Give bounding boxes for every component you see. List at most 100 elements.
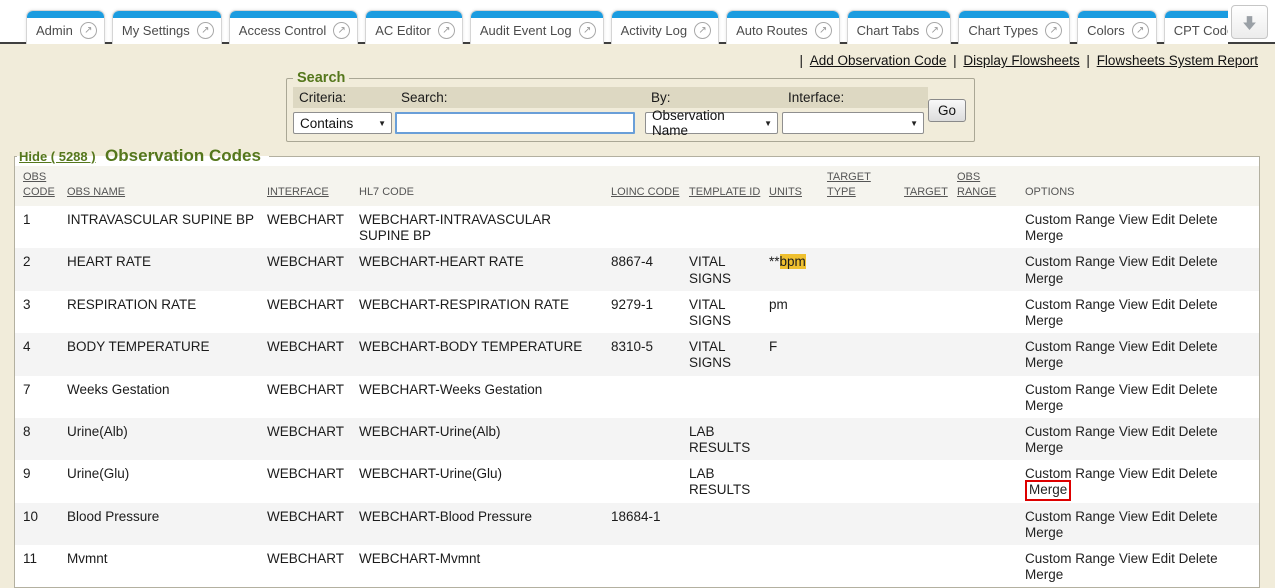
option-custom-range-link[interactable]: Custom Range [1025, 297, 1115, 312]
search-highlight: bpm [780, 254, 806, 269]
tab-cpt-codes[interactable]: CPT Codes↗ [1164, 10, 1228, 44]
option-view-link[interactable]: View [1119, 466, 1148, 481]
interface-select[interactable]: ▼ [782, 112, 924, 134]
option-edit-link[interactable]: Edit [1152, 254, 1175, 269]
option-delete-link[interactable]: Delete [1179, 509, 1218, 524]
option-delete-link[interactable]: Delete [1179, 297, 1218, 312]
tab-access-control[interactable]: Access Control↗ [229, 10, 358, 44]
option-merge-link[interactable]: Merge [1025, 271, 1063, 286]
tab-chart-tabs[interactable]: Chart Tabs ↗ [847, 10, 952, 44]
tab-admin[interactable]: Admin ↗ [26, 10, 105, 44]
option-edit-link[interactable]: Edit [1152, 509, 1175, 524]
header-link-add-observation-code[interactable]: Add Observation Code [810, 53, 947, 68]
option-edit-link[interactable]: Edit [1152, 551, 1175, 566]
option-view-link[interactable]: View [1119, 297, 1148, 312]
option-custom-range-link[interactable]: Custom Range [1025, 254, 1115, 269]
option-delete-link[interactable]: Delete [1179, 466, 1218, 481]
option-edit-link[interactable]: Edit [1152, 297, 1175, 312]
option-custom-range-link[interactable]: Custom Range [1025, 424, 1115, 439]
option-view-link[interactable]: View [1119, 212, 1148, 227]
option-merge-link[interactable]: Merge [1025, 228, 1063, 243]
external-link-icon[interactable]: ↗ [1132, 22, 1149, 39]
option-custom-range-link[interactable]: Custom Range [1025, 212, 1115, 227]
sort-link-obs-range[interactable]: OBS RANGE [957, 171, 996, 198]
search-input[interactable] [395, 112, 635, 134]
option-merge-link[interactable]: Merge [1025, 355, 1063, 370]
search-legend: Search [293, 70, 349, 86]
obs-row-1: 1INTRAVASCULAR SUPINE BPWEBCHARTWEBCHART… [15, 206, 1259, 248]
option-merge-link[interactable]: Merge [1025, 398, 1063, 413]
tab-label: Admin [36, 23, 73, 38]
criteria-select[interactable]: Contains ▼ [293, 112, 392, 134]
option-custom-range-link[interactable]: Custom Range [1025, 339, 1115, 354]
option-merge-link[interactable]: Merge [1025, 525, 1063, 540]
option-custom-range-link[interactable]: Custom Range [1025, 509, 1115, 524]
option-custom-range-link[interactable]: Custom Range [1025, 382, 1115, 397]
header-link-display-flowsheets[interactable]: Display Flowsheets [963, 53, 1079, 68]
tab-colors[interactable]: Colors↗ [1077, 10, 1157, 44]
tab-activity-log[interactable]: Activity Log↗ [611, 10, 719, 44]
tab-auto-routes[interactable]: Auto Routes↗ [726, 10, 840, 44]
option-edit-link[interactable]: Edit [1152, 466, 1175, 481]
cell-options: Custom Range View Edit Delete Merge [1025, 545, 1259, 587]
option-delete-link[interactable]: Delete [1179, 424, 1218, 439]
external-link-icon[interactable]: ↗ [694, 22, 711, 39]
tab-my-settings[interactable]: My Settings↗ [112, 10, 222, 44]
col-header-obs-range: OBS RANGE [957, 166, 1025, 206]
option-view-link[interactable]: View [1119, 382, 1148, 397]
cell-interface: WEBCHART [267, 333, 359, 375]
option-edit-link[interactable]: Edit [1152, 382, 1175, 397]
option-view-link[interactable]: View [1119, 509, 1148, 524]
by-select[interactable]: Observation Name ▼ [645, 112, 778, 134]
option-delete-link[interactable]: Delete [1179, 254, 1218, 269]
external-link-icon[interactable]: ↗ [815, 22, 832, 39]
option-edit-link[interactable]: Edit [1152, 212, 1175, 227]
sort-link-interface[interactable]: INTERFACE [267, 186, 329, 198]
option-custom-range-link[interactable]: Custom Range [1025, 466, 1115, 481]
external-link-icon[interactable]: ↗ [438, 22, 455, 39]
search-label: Search: [395, 87, 645, 108]
option-view-link[interactable]: View [1119, 254, 1148, 269]
external-link-icon[interactable]: ↗ [333, 22, 350, 39]
option-delete-link[interactable]: Delete [1179, 382, 1218, 397]
option-view-link[interactable]: View [1119, 339, 1148, 354]
option-view-link[interactable]: View [1119, 551, 1148, 566]
cell-target [904, 376, 957, 418]
option-merge-link[interactable]: Merge [1025, 567, 1063, 582]
go-button[interactable]: Go [928, 99, 966, 122]
option-view-link[interactable]: View [1119, 424, 1148, 439]
sort-link-obs-name[interactable]: OBS NAME [67, 186, 125, 198]
external-link-icon[interactable]: ↗ [80, 22, 97, 39]
tab-ac-editor[interactable]: AC Editor↗ [365, 10, 463, 44]
tab-chart-types[interactable]: Chart Types↗ [958, 10, 1070, 44]
external-link-icon[interactable]: ↗ [926, 22, 943, 39]
option-delete-link[interactable]: Delete [1179, 551, 1218, 566]
external-link-icon[interactable]: ↗ [579, 22, 596, 39]
header-link-flowsheets-system-report[interactable]: Flowsheets System Report [1097, 53, 1258, 68]
cell-loinc-code [611, 460, 689, 502]
sort-link-target-type[interactable]: TARGET TYPE [827, 171, 871, 198]
option-merge-link[interactable]: Merge [1029, 482, 1067, 497]
option-merge-link[interactable]: Merge [1025, 313, 1063, 328]
option-custom-range-link[interactable]: Custom Range [1025, 551, 1115, 566]
option-edit-link[interactable]: Edit [1152, 339, 1175, 354]
option-delete-link[interactable]: Delete [1179, 212, 1218, 227]
sort-link-loinc-code[interactable]: LOINC CODE [611, 186, 679, 198]
external-link-icon[interactable]: ↗ [1045, 22, 1062, 39]
tab-audit-event-log[interactable]: Audit Event Log↗ [470, 10, 604, 44]
external-link-icon[interactable]: ↗ [197, 22, 214, 39]
cell-target-type [827, 545, 904, 587]
cell-obs-name: BODY TEMPERATURE [67, 333, 267, 375]
cell-units: F [769, 333, 827, 375]
tab-label: Chart Tabs [857, 23, 920, 38]
sort-link-template-id[interactable]: TEMPLATE ID [689, 186, 760, 198]
option-edit-link[interactable]: Edit [1152, 424, 1175, 439]
sort-link-obs-code[interactable]: OBS CODE [23, 171, 55, 198]
sort-link-target[interactable]: TARGET [904, 186, 948, 198]
option-merge-link[interactable]: Merge [1025, 440, 1063, 455]
option-delete-link[interactable]: Delete [1179, 339, 1218, 354]
sort-link-units[interactable]: UNITS [769, 186, 802, 198]
cell-hl7-code: WEBCHART-Urine(Alb) [359, 418, 611, 460]
hide-count-link[interactable]: Hide ( 5288 ) [19, 149, 96, 164]
tab-overflow-button[interactable] [1231, 5, 1268, 39]
